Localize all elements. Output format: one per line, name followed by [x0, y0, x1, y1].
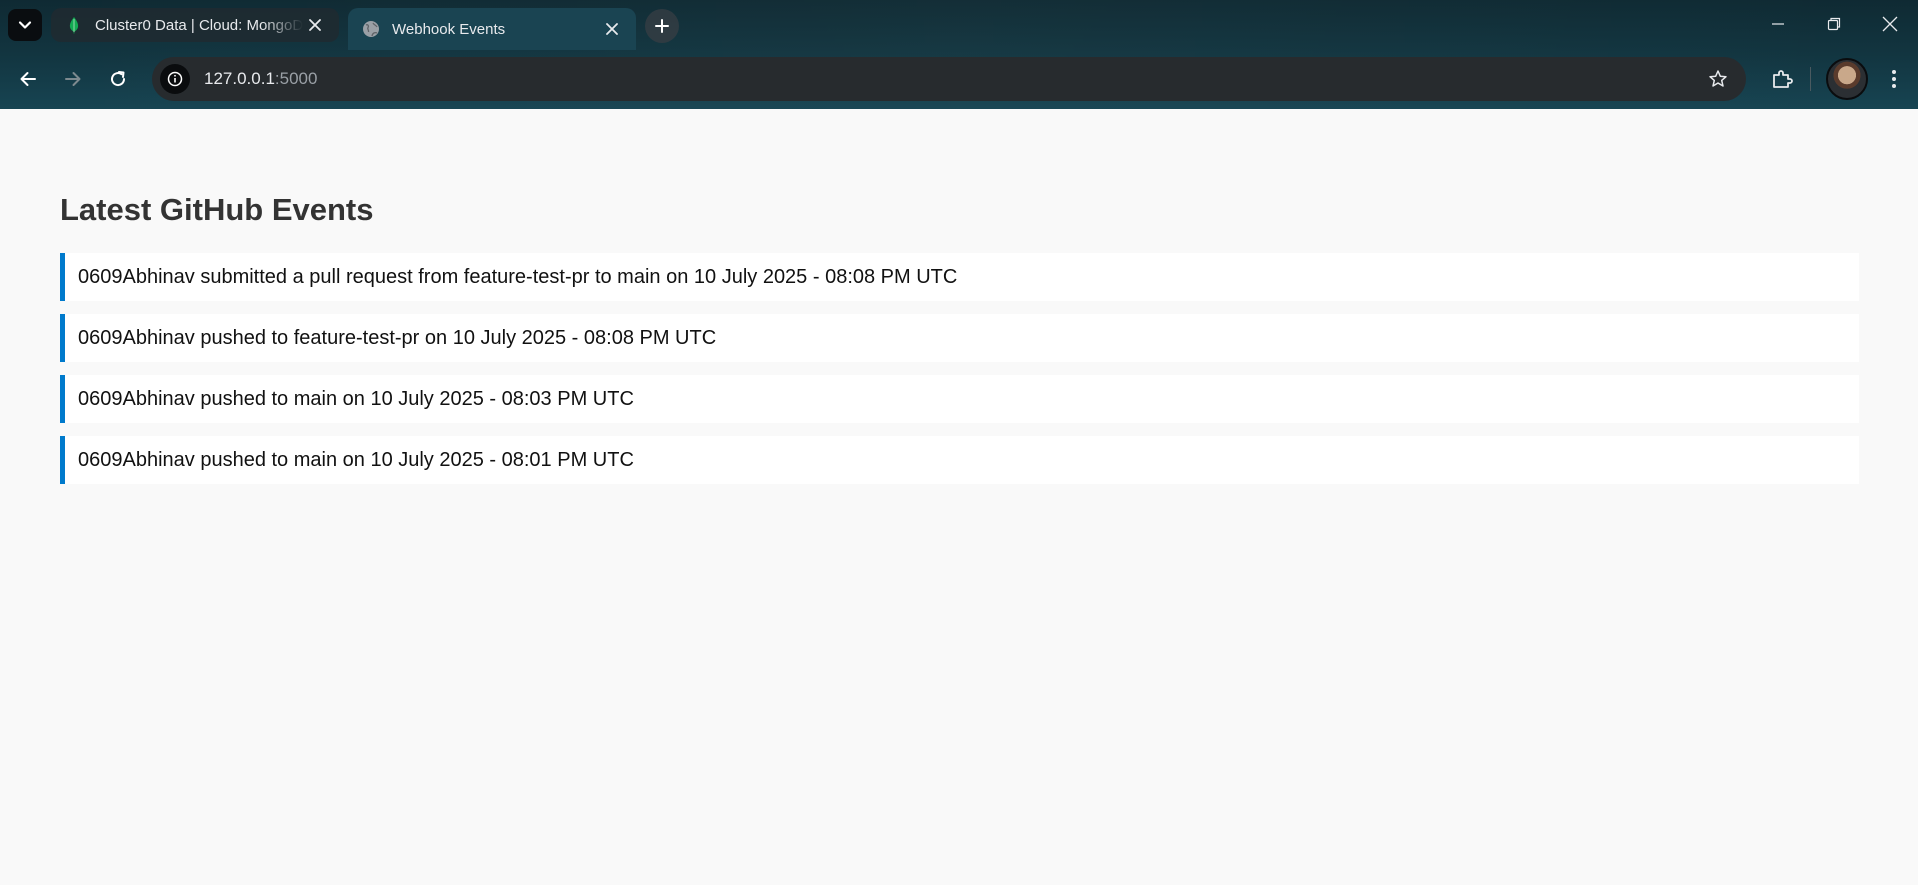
close-icon: [309, 19, 321, 31]
extensions-button[interactable]: [1764, 61, 1800, 97]
page-content: Latest GitHub Events 0609Abhinav submitt…: [0, 109, 1918, 885]
tab-strip: Cluster0 Data | Cloud: MongoDB Cloud Web…: [0, 0, 1918, 50]
info-icon: [167, 71, 183, 87]
reload-icon: [111, 71, 126, 87]
tab-close-button[interactable]: [303, 13, 327, 37]
page-title: Latest GitHub Events: [60, 192, 374, 227]
plus-icon: [655, 19, 669, 33]
reload-button[interactable]: [100, 61, 136, 97]
event-item: 0609Abhinav pushed to main on 10 July 20…: [60, 375, 1859, 423]
back-button[interactable]: [10, 61, 46, 97]
profile-avatar[interactable]: [1826, 58, 1868, 100]
tab-search-button[interactable]: [8, 9, 42, 41]
tab-mongodb[interactable]: Cluster0 Data | Cloud: MongoDB Cloud: [51, 8, 339, 42]
event-item: 0609Abhinav pushed to main on 10 July 20…: [60, 436, 1859, 484]
tab-close-button[interactable]: [600, 17, 624, 41]
arrow-left-icon: [20, 72, 36, 86]
event-item: 0609Abhinav pushed to feature-test-pr on…: [60, 314, 1859, 362]
events-list: 0609Abhinav submitted a pull request fro…: [60, 253, 1859, 497]
tab-webhook-events[interactable]: Webhook Events: [348, 8, 636, 50]
url-port: :5000: [274, 69, 318, 88]
browser-chrome: Cluster0 Data | Cloud: MongoDB Cloud Web…: [0, 0, 1918, 109]
puzzle-icon: [1773, 70, 1793, 88]
minimize-button[interactable]: [1750, 0, 1806, 48]
event-item: 0609Abhinav submitted a pull request fro…: [60, 253, 1859, 301]
chevron-down-icon: [18, 21, 32, 29]
url-text: 127.0.0.1:5000: [204, 69, 317, 89]
restore-button[interactable]: [1806, 0, 1862, 48]
globe-icon: [362, 20, 380, 38]
minimize-icon: [1772, 23, 1784, 25]
url-host: 127.0.0.1: [204, 69, 275, 88]
more-vert-icon: [1892, 70, 1896, 88]
tab-title: Cluster0 Data | Cloud: MongoDB Cloud: [95, 16, 303, 34]
site-info-button[interactable]: [160, 64, 190, 94]
close-window-button[interactable]: [1862, 0, 1918, 48]
close-icon: [606, 23, 618, 35]
close-icon: [1882, 16, 1898, 32]
new-tab-button[interactable]: [645, 9, 679, 43]
address-bar[interactable]: 127.0.0.1:5000: [152, 57, 1746, 101]
browser-menu-button[interactable]: [1876, 61, 1912, 97]
bookmark-button[interactable]: [1706, 67, 1730, 91]
tab-title: Webhook Events: [392, 20, 506, 38]
restore-icon: [1827, 17, 1841, 31]
toolbar-divider: [1810, 67, 1811, 91]
arrow-right-icon: [65, 72, 81, 86]
mongodb-leaf-icon: [65, 16, 83, 34]
forward-button[interactable]: [55, 61, 91, 97]
star-icon: [1709, 70, 1727, 87]
